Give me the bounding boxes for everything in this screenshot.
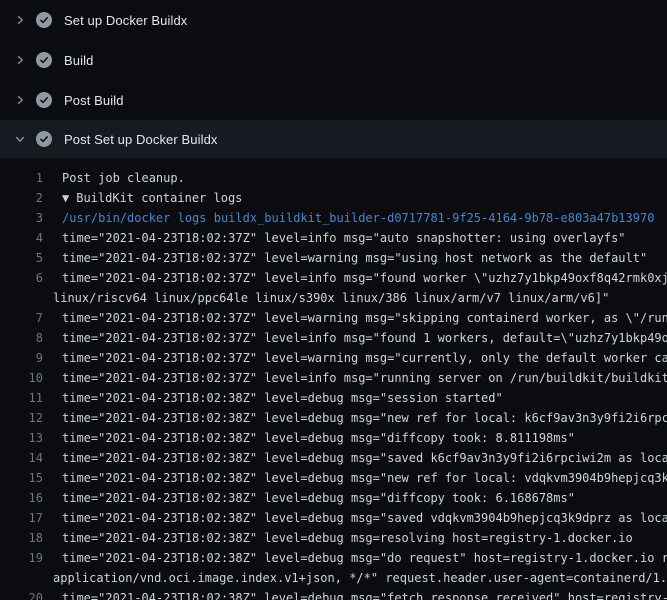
- log-line: 7time="2021-04-23T18:02:37Z" level=warni…: [0, 308, 667, 328]
- line-number[interactable]: 7: [0, 308, 43, 328]
- step-row-build[interactable]: Build: [0, 40, 667, 80]
- log-text: time="2021-04-23T18:02:37Z" level=warnin…: [43, 248, 647, 268]
- line-number[interactable]: 15: [0, 468, 43, 488]
- log-line: 13time="2021-04-23T18:02:38Z" level=debu…: [0, 428, 667, 448]
- log-line-continuation: application/vnd.oci.image.index.v1+json,…: [0, 568, 667, 588]
- log-text: time="2021-04-23T18:02:37Z" level=info m…: [43, 268, 667, 288]
- line-number[interactable]: 2: [0, 188, 43, 208]
- check-circle-icon: [36, 12, 52, 28]
- line-number[interactable]: 9: [0, 348, 43, 368]
- line-number[interactable]: 4: [0, 228, 43, 248]
- line-number[interactable]: 8: [0, 328, 43, 348]
- log-line: 19time="2021-04-23T18:02:38Z" level=debu…: [0, 548, 667, 568]
- log-text: ▼ BuildKit container logs: [43, 188, 242, 208]
- chevron-right-icon[interactable]: [12, 92, 28, 108]
- log-line: 12time="2021-04-23T18:02:38Z" level=debu…: [0, 408, 667, 428]
- log-text: Post job cleanup.: [43, 168, 185, 188]
- log-group-toggle-icon[interactable]: ▼: [62, 191, 69, 205]
- line-number[interactable]: 1: [0, 168, 43, 188]
- log-text: time="2021-04-23T18:02:38Z" level=debug …: [43, 528, 633, 548]
- log-group-title: BuildKit container logs: [76, 191, 242, 205]
- log-text: linux/riscv64 linux/ppc64le linux/s390x …: [43, 288, 609, 308]
- log-text: time="2021-04-23T18:02:38Z" level=debug …: [43, 468, 667, 488]
- log-line: 3/usr/bin/docker logs buildx_buildkit_bu…: [0, 208, 667, 228]
- line-number[interactable]: 12: [0, 408, 43, 428]
- line-number[interactable]: 10: [0, 368, 43, 388]
- log-line: 11time="2021-04-23T18:02:38Z" level=debu…: [0, 388, 667, 408]
- step-label: Post Build: [64, 93, 124, 108]
- log-text: time="2021-04-23T18:02:38Z" level=debug …: [43, 508, 667, 528]
- check-circle-icon: [36, 131, 52, 147]
- chevron-right-icon[interactable]: [12, 52, 28, 68]
- log-line: 2 ▼ BuildKit container logs: [0, 188, 667, 208]
- log-text: time="2021-04-23T18:02:38Z" level=debug …: [43, 388, 503, 408]
- chevron-down-icon[interactable]: [12, 131, 28, 147]
- step-label: Set up Docker Buildx: [64, 13, 187, 28]
- log-line: 9time="2021-04-23T18:02:37Z" level=warni…: [0, 348, 667, 368]
- log-output: 1Post job cleanup.2 ▼ BuildKit container l…: [0, 158, 667, 600]
- step-label: Post Set up Docker Buildx: [64, 132, 218, 147]
- log-line: 15time="2021-04-23T18:02:38Z" level=debu…: [0, 468, 667, 488]
- log-line: 1Post job cleanup.: [0, 168, 667, 188]
- line-number[interactable]: 6: [0, 268, 43, 288]
- step-label: Build: [64, 53, 93, 68]
- line-number[interactable]: 16: [0, 488, 43, 508]
- line-number[interactable]: 14: [0, 448, 43, 468]
- actions-log-viewer: Set up Docker Buildx Build Post Build Post …: [0, 0, 667, 600]
- step-row-post-build[interactable]: Post Build: [0, 80, 667, 120]
- log-command-text: /usr/bin/docker logs buildx_buildkit_bui…: [43, 208, 654, 228]
- step-row-post-set-up-docker-buildx[interactable]: Post Set up Docker Buildx: [0, 120, 667, 158]
- line-number[interactable]: 18: [0, 528, 43, 548]
- step-row-set-up-docker-buildx[interactable]: Set up Docker Buildx: [0, 0, 667, 40]
- log-text: time="2021-04-23T18:02:37Z" level=warnin…: [43, 308, 667, 328]
- log-line: 18time="2021-04-23T18:02:38Z" level=debu…: [0, 528, 667, 548]
- log-line-continuation: linux/riscv64 linux/ppc64le linux/s390x …: [0, 288, 667, 308]
- line-number[interactable]: 3: [0, 208, 43, 228]
- line-number[interactable]: 19: [0, 548, 43, 568]
- log-line: 17time="2021-04-23T18:02:38Z" level=debu…: [0, 508, 667, 528]
- log-text: application/vnd.oci.image.index.v1+json,…: [43, 568, 667, 588]
- log-text: time="2021-04-23T18:02:38Z" level=debug …: [43, 408, 667, 428]
- log-line: 20time="2021-04-23T18:02:38Z" level=debu…: [0, 588, 667, 600]
- log-line: 8time="2021-04-23T18:02:37Z" level=info …: [0, 328, 667, 348]
- log-text: time="2021-04-23T18:02:38Z" level=debug …: [43, 428, 575, 448]
- log-text: time="2021-04-23T18:02:37Z" level=info m…: [43, 328, 667, 348]
- line-number[interactable]: 5: [0, 248, 43, 268]
- line-number[interactable]: 20: [0, 588, 43, 600]
- log-line: 6time="2021-04-23T18:02:37Z" level=info …: [0, 268, 667, 288]
- line-number[interactable]: 11: [0, 388, 43, 408]
- log-text: time="2021-04-23T18:02:37Z" level=info m…: [43, 228, 626, 248]
- log-line: 5time="2021-04-23T18:02:37Z" level=warni…: [0, 248, 667, 268]
- log-text: time="2021-04-23T18:02:38Z" level=debug …: [43, 448, 667, 468]
- chevron-right-icon[interactable]: [12, 12, 28, 28]
- log-line: 10time="2021-04-23T18:02:37Z" level=info…: [0, 368, 667, 388]
- log-line: 16time="2021-04-23T18:02:38Z" level=debu…: [0, 488, 667, 508]
- line-number[interactable]: 17: [0, 508, 43, 528]
- log-text: time="2021-04-23T18:02:37Z" level=info m…: [43, 368, 667, 388]
- line-number[interactable]: 13: [0, 428, 43, 448]
- log-line: 14time="2021-04-23T18:02:38Z" level=debu…: [0, 448, 667, 468]
- log-line: 4time="2021-04-23T18:02:37Z" level=info …: [0, 228, 667, 248]
- log-text: time="2021-04-23T18:02:37Z" level=warnin…: [43, 348, 667, 368]
- check-circle-icon: [36, 92, 52, 108]
- check-circle-icon: [36, 52, 52, 68]
- log-text: time="2021-04-23T18:02:38Z" level=debug …: [43, 488, 575, 508]
- log-text: time="2021-04-23T18:02:38Z" level=debug …: [43, 588, 667, 600]
- step-list: Set up Docker Buildx Build Post Build Post …: [0, 0, 667, 158]
- log-text: time="2021-04-23T18:02:38Z" level=debug …: [43, 548, 667, 568]
